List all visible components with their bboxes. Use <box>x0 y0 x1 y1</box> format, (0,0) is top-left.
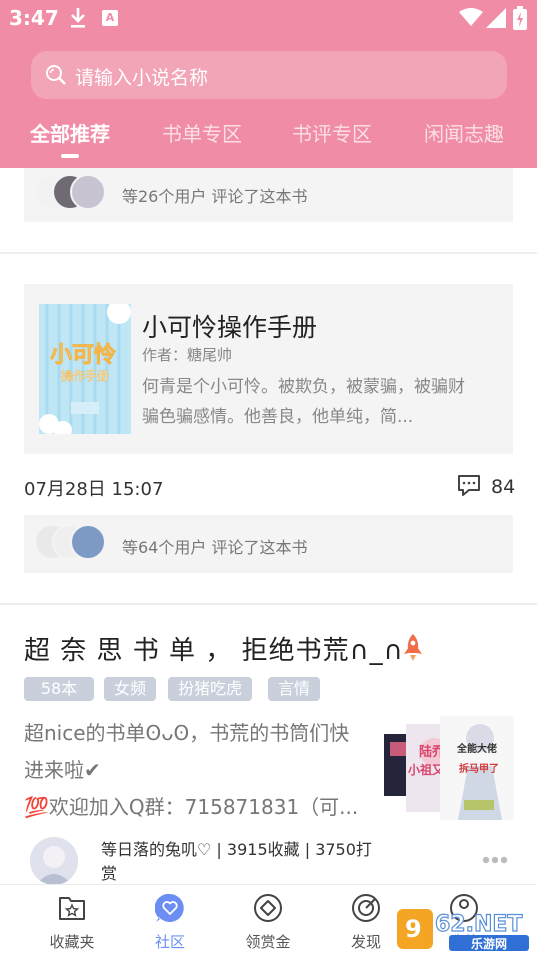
nav-label: 社区 <box>154 933 185 951</box>
book-card[interactable]: 小可怜 操作手册 小可怜操作手册 作者：糖尾帅 何青是个小可怜。被欺负，被蒙骗，… <box>24 284 513 454</box>
tab-book-reviews[interactable]: 书评专区 <box>292 118 372 147</box>
commenter-avatar <box>70 524 106 560</box>
comment-icon[interactable] <box>457 474 481 496</box>
book-description: 何青是个小可怜。被欺负，被蒙骗，被骗财骗色骗感情。他善良，他单纯，简... <box>142 377 465 427</box>
bookmark-folder-icon <box>59 897 85 920</box>
commenter-avatar <box>70 174 106 210</box>
tag[interactable]: 扮猪吃虎 <box>168 677 253 701</box>
booklist-description-line: 进来啦✔ <box>24 758 101 782</box>
commenters-count-text: 等64个用户 评论了这本书 <box>122 538 308 557</box>
tag[interactable]: 女频 <box>104 677 157 701</box>
download-icon <box>71 8 85 28</box>
post-date: 07月28日 15:07 <box>24 479 164 500</box>
app-header: 3:47 A 请输入小说名称 全部推荐 书单专区 书评专区 闲闻志趣 <box>0 0 537 168</box>
book-cover-art: 小可怜 操作手册 <box>39 304 131 434</box>
rocket-icon <box>404 634 422 661</box>
nav-label: 收藏夹 <box>49 933 95 951</box>
commenters-row[interactable]: 等64个用户 评论了这本书 <box>24 515 513 573</box>
author-avatar-image <box>30 837 78 885</box>
nav-item-favorites[interactable]: 收藏夹 <box>27 885 117 956</box>
booklist-title[interactable]: 超 奈 思 书 单 ， 拒绝书荒∩_∩ <box>24 630 404 667</box>
booklist-description-line: 超nice的书单ʘᴗʘ，书荒的书筒们快 <box>24 721 350 745</box>
comment-count: 84 <box>491 476 516 498</box>
post-divider <box>0 603 537 605</box>
svg-text:9: 9 <box>405 915 422 943</box>
booklist-covers[interactable]: 陆乔 小祖又撩 全能大佬 拆马甲了 <box>384 716 514 820</box>
svg-text:全能大佬: 全能大佬 <box>456 742 497 755</box>
svg-text:62.NET: 62.NET <box>435 912 522 937</box>
book-cover: 小可怜 操作手册 <box>39 304 131 434</box>
more-options-icon[interactable] <box>482 855 508 865</box>
author-avatar[interactable] <box>30 837 78 885</box>
tab-all-recommend[interactable]: 全部推荐 <box>30 118 110 147</box>
tab-book-lists[interactable]: 书单专区 <box>162 118 242 147</box>
nav-item-community[interactable]: 社区 <box>125 885 215 956</box>
app-notification-icon: A <box>102 10 118 26</box>
watermark-logo: 9 62.NET 乐游网 <box>397 909 529 951</box>
nav-item-reward[interactable]: 领赏金 <box>223 885 313 956</box>
search-icon <box>46 65 66 85</box>
booklist-cover-collage: 陆乔 小祖又撩 全能大佬 拆马甲了 <box>384 716 514 820</box>
tag[interactable]: 言情 <box>268 677 321 701</box>
search-input[interactable]: 请输入小说名称 <box>75 63 208 90</box>
commenters-row[interactable]: 等26个用户 评论了这本书 <box>24 168 513 222</box>
book-title: 小可怜操作手册 <box>142 313 318 342</box>
svg-text:拆马甲了: 拆马甲了 <box>459 762 499 775</box>
svg-text:小可怜: 小可怜 <box>50 342 116 368</box>
status-bar: 3:47 A <box>0 0 537 36</box>
active-tab-indicator <box>61 154 79 158</box>
svg-text:操作手册: 操作手册 <box>61 368 109 383</box>
post-divider <box>0 252 537 254</box>
community-heart-icon <box>155 893 184 922</box>
category-tabs: 全部推荐 书单专区 书评专区 闲闻志趣 <box>0 118 537 158</box>
book-author: 作者：糖尾帅 <box>142 346 233 364</box>
svg-text:乐游网: 乐游网 <box>471 936 507 951</box>
cell-signal-icon <box>486 8 506 28</box>
battery-icon <box>513 6 527 30</box>
booklist-description-line: 💯欢迎加入Q群：715871831（可... <box>24 795 359 819</box>
booklist-description: 超nice的书单ʘᴗʘ，书荒的书筒们快 进来啦✔ 💯欢迎加入Q群：7158718… <box>24 715 364 826</box>
commenters-count-text: 等26个用户 评论了这本书 <box>122 187 308 206</box>
site-watermark: 9 62.NET 乐游网 <box>397 905 532 953</box>
nav-label: 领赏金 <box>245 933 291 951</box>
reward-coin-icon <box>254 894 282 922</box>
author-info: 等日落的兔叽♡ | 3915收藏 | 3750打赏 <box>101 840 372 883</box>
wifi-icon <box>459 8 483 26</box>
search-bar[interactable]: 请输入小说名称 <box>31 51 507 99</box>
status-time: 3:47 <box>9 6 59 30</box>
discover-compass-icon <box>352 894 380 922</box>
tag-book-count[interactable]: 58本 <box>24 677 94 701</box>
tab-leisure[interactable]: 闲闻志趣 <box>424 118 504 147</box>
